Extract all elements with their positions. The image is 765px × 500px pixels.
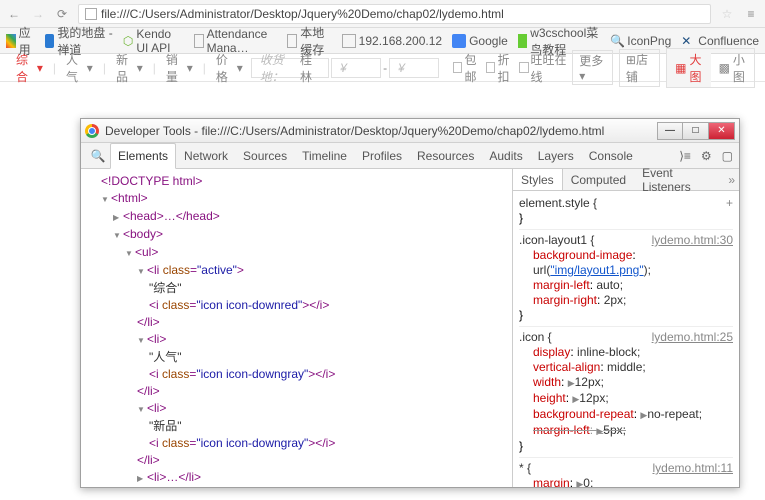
bookmark-google[interactable]: Google (452, 34, 508, 48)
bookmark-ip[interactable]: 192.168.200.12 (342, 34, 442, 48)
checkbox-icon (519, 62, 528, 73)
filter-bar: 综合▾| 人气▾| 新品▾| 销量▾| 价格▾ 收货地：桂林 ¥ - ¥ 包邮 … (0, 54, 765, 82)
dock-icon[interactable]: ▢ (722, 149, 733, 163)
tab-profiles[interactable]: Profiles (355, 143, 409, 168)
browser-nav-bar: ← → ⟳ file:///C:/Users/Administrator/Des… (0, 0, 765, 28)
chevron-down-icon: ▾ (37, 61, 43, 75)
more-button[interactable]: 更多 ▾ (572, 50, 613, 85)
w3c-icon (518, 34, 527, 48)
expand-arrow-icon[interactable] (137, 469, 147, 487)
view-big[interactable]: ▦大图 (667, 49, 710, 87)
expand-arrow-icon[interactable] (137, 400, 147, 418)
back-icon[interactable]: ← (6, 6, 22, 22)
chk-free-ship[interactable]: 包邮 (453, 51, 484, 85)
devtools-window: Developer Tools - file:///C:/Users/Admin… (80, 118, 740, 488)
tab-audits[interactable]: Audits (482, 143, 529, 168)
kendo-icon: ⬡ (123, 34, 133, 48)
source-link[interactable]: lydemo.html:11 (653, 461, 733, 476)
checkbox-icon (486, 62, 495, 73)
chrome-icon (85, 124, 99, 138)
page-icon (287, 34, 297, 48)
tab-layers[interactable]: Layers (531, 143, 581, 168)
url-text: file:///C:/Users/Administrator/Desktop/J… (101, 7, 504, 21)
grid-small-icon: ▩ (719, 61, 730, 75)
expand-arrow-icon[interactable] (113, 208, 123, 226)
filter-popular[interactable]: 人气▾ (60, 58, 99, 78)
grid-big-icon: ▦ (675, 61, 686, 75)
google-icon (452, 34, 466, 48)
file-icon (85, 8, 97, 20)
expand-arrow-icon[interactable] (137, 262, 147, 280)
shops-button[interactable]: ⊞店铺 (619, 49, 660, 87)
chk-discount[interactable]: 折扣 (486, 51, 517, 85)
confluence-icon: ✕ (681, 34, 695, 48)
chevron-down-icon: ▾ (87, 61, 93, 75)
bookmark-star-icon[interactable]: ☆ (719, 6, 735, 22)
zentao-icon (45, 34, 54, 48)
gear-icon[interactable]: ⚙ (701, 149, 712, 163)
tab-resources[interactable]: Resources (410, 143, 481, 168)
tab-network[interactable]: Network (177, 143, 235, 168)
checkbox-icon (453, 62, 462, 73)
devtools-titlebar[interactable]: Developer Tools - file:///C:/Users/Admin… (81, 119, 739, 143)
page-icon (194, 34, 204, 48)
price-min[interactable]: ¥ (331, 58, 381, 78)
search-icon: 🔍 (610, 34, 624, 48)
maximize-button[interactable]: □ (683, 122, 709, 140)
filter-new[interactable]: 新品▾ (110, 58, 149, 78)
dom-tree[interactable]: <!DOCTYPE html> <html> <head>…</head> <b… (81, 169, 513, 487)
source-link[interactable]: lydemo.html:25 (652, 330, 733, 345)
url-bar[interactable]: file:///C:/Users/Administrator/Desktop/J… (78, 4, 711, 24)
location-box[interactable]: 收货地：桂林 (251, 58, 329, 78)
add-rule-icon[interactable]: + (726, 196, 733, 211)
expand-arrow-icon[interactable] (137, 331, 147, 349)
expand-arrow-icon[interactable] (125, 244, 135, 262)
devtools-title: Developer Tools - file:///C:/Users/Admin… (105, 124, 604, 138)
devtools-tabs: 🔍 Elements Network Sources Timeline Prof… (81, 143, 739, 169)
inspect-icon[interactable]: 🔍 (87, 143, 109, 168)
close-button[interactable]: ✕ (709, 122, 735, 140)
minimize-button[interactable]: — (657, 122, 683, 140)
reload-icon[interactable]: ⟳ (54, 6, 70, 22)
page-icon (342, 34, 356, 48)
source-link[interactable]: lydemo.html:30 (652, 233, 733, 248)
tab-console[interactable]: Console (582, 143, 640, 168)
shop-icon: ⊞ (626, 53, 636, 67)
filter-all[interactable]: 综合▾ (10, 58, 49, 78)
expand-arrow-icon[interactable] (113, 226, 123, 244)
chevron-down-icon: ▾ (237, 61, 243, 75)
filter-sales[interactable]: 销量▾ (160, 58, 199, 78)
styles-panel: Styles Computed Event Listeners » elemen… (513, 169, 739, 487)
apps-icon (6, 34, 16, 48)
chk-online[interactable]: 旺旺在线 (519, 51, 570, 85)
tab-elements[interactable]: Elements (110, 143, 176, 169)
expand-arrow-icon[interactable] (101, 190, 111, 208)
drawer-icon[interactable]: ⟩≡ (679, 149, 691, 163)
bookmark-confluence[interactable]: ✕Confluence (681, 34, 759, 48)
chevron-down-icon: ▾ (137, 61, 143, 75)
chevron-down-icon: ▾ (187, 61, 193, 75)
side-tab-listeners[interactable]: Event Listeners (634, 169, 724, 190)
styles-body[interactable]: element.style {+ } .icon-layout1 {lydemo… (513, 191, 739, 487)
price-max[interactable]: ¥ (389, 58, 439, 78)
side-tab-computed[interactable]: Computed (563, 169, 634, 190)
tab-timeline[interactable]: Timeline (295, 143, 354, 168)
forward-icon[interactable]: → (30, 6, 46, 22)
view-small[interactable]: ▩小图 (711, 49, 754, 87)
more-icon[interactable]: » (728, 173, 735, 187)
filter-price[interactable]: 价格▾ (210, 58, 249, 78)
menu-icon[interactable]: ≡ (743, 6, 759, 22)
tab-sources[interactable]: Sources (236, 143, 294, 168)
side-tab-styles[interactable]: Styles (513, 169, 563, 190)
bookmark-iconpng[interactable]: 🔍IconPng (610, 34, 671, 48)
